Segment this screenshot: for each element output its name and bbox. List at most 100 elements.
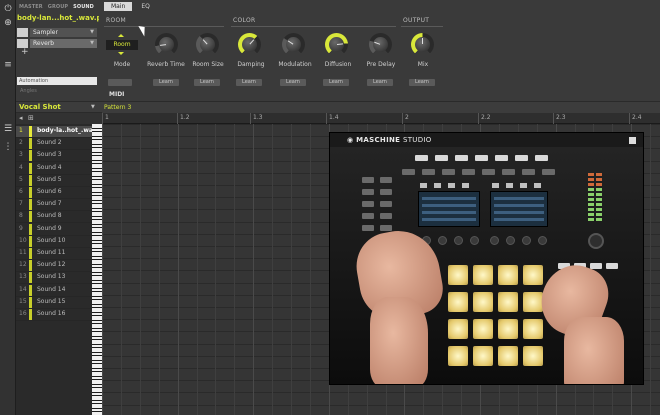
- sound-name: Sound 6: [37, 188, 62, 195]
- timeline-ruler[interactable]: 1 1.2 1.3 1.4 2 2.2 2.3 2.4: [102, 113, 660, 124]
- add-plugin-icon[interactable]: +: [21, 47, 29, 57]
- learn-button[interactable]: Learn: [194, 79, 220, 86]
- controller-pad: [473, 319, 493, 339]
- piano-keys[interactable]: [92, 124, 102, 415]
- knob-0[interactable]: [155, 33, 178, 56]
- sound-name: Sound 12: [37, 261, 66, 269]
- controller-pad: [523, 319, 543, 339]
- sound-number: 11: [19, 249, 27, 256]
- sound-name: body-la..hot_.wav: [37, 127, 97, 134]
- learn-button[interactable]: Learn: [367, 79, 393, 86]
- sound-number: 1: [19, 127, 23, 134]
- learn-button[interactable]: Learn: [236, 79, 262, 86]
- knob-6[interactable]: [411, 33, 434, 56]
- mode-up-arrow[interactable]: [118, 34, 124, 37]
- sound-row[interactable]: 16 Sound 16: [16, 309, 102, 321]
- knob-3[interactable]: [282, 33, 305, 56]
- sound-row[interactable]: 12 Sound 12: [16, 260, 102, 273]
- knob-5[interactable]: [369, 33, 392, 56]
- tab-sound[interactable]: SOUND: [73, 2, 94, 12]
- screen-button: [520, 183, 527, 188]
- automation-field[interactable]: Automation: [17, 77, 97, 85]
- screen-button: [434, 183, 441, 188]
- grid-row-line: [102, 404, 660, 406]
- controller-button: [435, 155, 448, 161]
- controller-big-knob: [588, 233, 604, 249]
- level-meter: [596, 198, 602, 201]
- sound-row[interactable]: 9 Sound 9: [16, 223, 102, 236]
- sound-row[interactable]: 7 Sound 7: [16, 199, 102, 212]
- sound-number: 10: [19, 236, 27, 244]
- collapse-icon[interactable]: ◂: [19, 114, 23, 122]
- pattern-name[interactable]: Pattern 3: [104, 103, 131, 112]
- sound-color-swatch: [29, 138, 32, 150]
- group-name[interactable]: Vocal Shot: [19, 103, 61, 112]
- knob-2[interactable]: [238, 33, 261, 56]
- sound-row[interactable]: 10 Sound 10: [16, 235, 102, 248]
- sound-color-swatch: [29, 235, 32, 247]
- sound-name: Sound 9: [37, 224, 62, 232]
- controller-button: [590, 263, 602, 269]
- learn-button[interactable]: Learn: [153, 79, 179, 86]
- grid-icon[interactable]: ⊞: [28, 114, 34, 122]
- sound-row[interactable]: 14 Sound 14: [16, 284, 102, 297]
- power-icon[interactable]: ⏻: [3, 4, 13, 14]
- keys-view-icon[interactable]: ⋮: [3, 142, 13, 152]
- level-meter: [588, 208, 594, 211]
- mode-down-arrow[interactable]: [118, 52, 124, 55]
- learn-button[interactable]: Learn: [280, 79, 306, 86]
- sound-number: 15: [19, 297, 27, 305]
- list-view-icon[interactable]: ☰: [3, 124, 13, 134]
- video-overlay: ◉ MASCHINE STUDIO: [330, 133, 643, 384]
- ruler-tick: [478, 113, 479, 124]
- sound-row[interactable]: 6 Sound 6: [16, 187, 102, 199]
- tab-group[interactable]: GROUP: [48, 2, 68, 12]
- sound-color-swatch: [29, 296, 32, 308]
- group-dropdown-icon[interactable]: ▼: [91, 104, 95, 110]
- sound-row[interactable]: 13 Sound 13: [16, 272, 102, 285]
- sound-name: Sound 2: [37, 139, 62, 147]
- add-icon[interactable]: ⊕: [3, 18, 13, 28]
- sound-name: Sound 10: [37, 236, 66, 244]
- dropdown-icon[interactable]: ▼: [90, 40, 94, 46]
- plugin-slot-reverb[interactable]: Reverb ▼: [17, 38, 97, 48]
- sound-row[interactable]: 11 Sound 11: [16, 248, 102, 260]
- menu-icon[interactable]: ≡: [3, 60, 13, 70]
- knob-body: [286, 37, 301, 52]
- controller-button: [362, 177, 374, 183]
- grid-column-line: [309, 124, 311, 415]
- tab-eq[interactable]: EQ: [134, 2, 157, 11]
- sound-row[interactable]: 15 Sound 15: [16, 296, 102, 309]
- knob-1[interactable]: [196, 33, 219, 56]
- sound-row[interactable]: 8 Sound 8: [16, 211, 102, 224]
- learn-button[interactable]: Learn: [323, 79, 349, 86]
- knob-4[interactable]: [325, 33, 348, 56]
- plugin-slot-sampler[interactable]: Sampler ▼: [17, 27, 97, 37]
- sound-row[interactable]: 4 Sound 4: [16, 162, 102, 175]
- sound-color-swatch: [29, 309, 32, 320]
- sound-color-swatch: [29, 199, 32, 211]
- level-meter: [596, 208, 602, 211]
- screen-bar: [494, 218, 544, 221]
- sound-number: 5: [19, 175, 23, 183]
- sound-number: 3: [19, 151, 23, 159]
- learn-button[interactable]: Learn: [409, 79, 435, 86]
- sound-number: 16: [19, 310, 27, 317]
- midi-bar[interactable]: [108, 79, 132, 86]
- ruler-label: 2.4: [632, 114, 642, 121]
- sound-row[interactable]: 5 Sound 5: [16, 174, 102, 187]
- controller-button: [502, 169, 515, 175]
- sound-row[interactable]: 1 body-la..hot_.wav: [16, 126, 102, 138]
- level-meter: [588, 178, 594, 181]
- tab-master[interactable]: MASTER: [19, 2, 43, 12]
- dropdown-icon[interactable]: ▼: [90, 29, 94, 35]
- grid-column-line: [158, 124, 160, 415]
- tab-main[interactable]: Main: [104, 2, 133, 11]
- grid-column-line: [102, 124, 103, 415]
- sound-row[interactable]: 2 Sound 2: [16, 138, 102, 151]
- mode-selector[interactable]: Room: [106, 40, 138, 50]
- screen-button: [448, 183, 455, 188]
- level-tabs: MASTER GROUP SOUND: [16, 2, 98, 12]
- sound-row[interactable]: 3 Sound 3: [16, 150, 102, 163]
- sound-name: Sound 8: [37, 212, 62, 220]
